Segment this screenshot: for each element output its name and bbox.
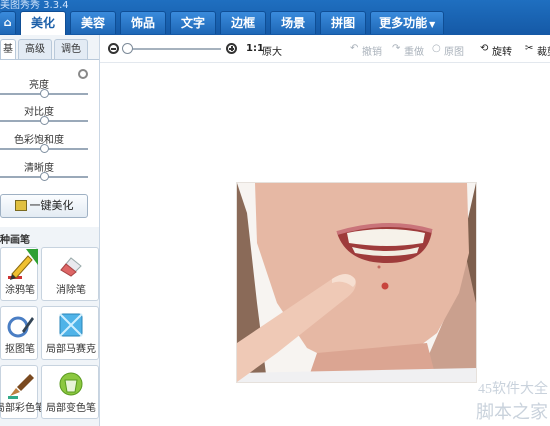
- brush-cutout[interactable]: 抠图笔: [0, 306, 38, 360]
- brush-label: 涂鸦笔: [5, 285, 35, 296]
- brush-mosaic[interactable]: 局部马赛克: [41, 306, 99, 360]
- brush-doodle[interactable]: 涂鸦笔: [0, 247, 38, 301]
- brush-label: 局部彩色笔: [0, 403, 45, 414]
- brightness-slider-knob[interactable]: [40, 89, 49, 98]
- tab-scene[interactable]: 场景: [270, 11, 317, 34]
- magic-wand-icon: [14, 200, 27, 211]
- contrast-slider-knob[interactable]: [40, 116, 49, 125]
- tab-collage[interactable]: 拼图: [320, 11, 367, 34]
- saturation-label: 色彩饱和度: [14, 135, 64, 146]
- sharpness-slider[interactable]: [0, 172, 88, 181]
- tab-accessories[interactable]: 饰品: [120, 11, 167, 34]
- rotate-icon: ⟲: [480, 43, 489, 54]
- brush-label: 局部变色笔: [46, 403, 96, 414]
- tab-more-features[interactable]: 更多功能 ▼: [370, 11, 445, 34]
- edited-photo[interactable]: [237, 183, 476, 382]
- zoom-slider-knob[interactable]: [122, 43, 133, 54]
- redo-button[interactable]: 重做: [404, 43, 424, 58]
- actual-size-button[interactable]: 原大: [262, 43, 282, 58]
- image-canvas[interactable]: 45软件大全 脚本之家: [100, 63, 550, 426]
- face-photo-image: [237, 183, 476, 382]
- adjust-subtabs: 基础 高级 调色: [0, 39, 90, 59]
- original-icon: ○: [432, 43, 441, 54]
- brightness-label: 亮度: [29, 80, 49, 91]
- original-button[interactable]: 原图: [444, 43, 464, 58]
- cutout-pen-icon: [6, 311, 34, 338]
- title-tab-bar: 美图秀秀 3.3.4 ⌂ 美化 美容 饰品 文字 边框 场景 拼图 更多功能 ▼: [0, 0, 550, 35]
- chevron-down-icon: ▼: [429, 20, 436, 29]
- saturation-slider[interactable]: [0, 144, 88, 153]
- more-features-label: 更多功能: [379, 16, 428, 30]
- tab-beautify[interactable]: 美化: [20, 11, 67, 35]
- watermark: 45软件大全 脚本之家: [476, 378, 548, 424]
- brush-label: 消除笔: [56, 285, 86, 296]
- tab-border[interactable]: 边框: [220, 11, 267, 34]
- brush-label: 抠图笔: [5, 344, 35, 355]
- tab-text[interactable]: 文字: [170, 11, 217, 34]
- main-tabs: ⌂ 美化 美容 饰品 文字 边框 场景 拼图 更多功能 ▼: [0, 11, 448, 35]
- saturation-slider-knob[interactable]: [40, 144, 49, 153]
- mosaic-icon: [57, 311, 83, 337]
- crop-button[interactable]: 裁剪: [537, 43, 550, 58]
- brush-eraser[interactable]: 消除笔: [41, 247, 99, 301]
- canvas-toolbar: 1:1 原大 ↶ 撤销 ↷ 重做 ○ 原图 ⟲ 旋转 ✂ 裁剪: [100, 35, 550, 63]
- rotate-button[interactable]: 旋转: [492, 43, 512, 58]
- watermark-line1: 45软件大全: [478, 382, 548, 397]
- redo-icon: ↷: [392, 43, 401, 54]
- watermark-line2: 脚本之家: [476, 402, 548, 422]
- one-click-label: 一键美化: [29, 199, 74, 212]
- crop-icon: ✂: [525, 43, 534, 54]
- zoom-in-icon[interactable]: [226, 43, 237, 54]
- home-icon: ⌂: [3, 16, 12, 29]
- brush-section-title: 种画笔: [0, 235, 30, 246]
- color-brush-icon: [6, 370, 34, 399]
- brush-recolor[interactable]: 局部变色笔: [41, 365, 99, 419]
- undo-icon: ↶: [350, 43, 359, 54]
- reset-icon[interactable]: [78, 69, 88, 79]
- zoom-out-icon[interactable]: [108, 43, 119, 54]
- subtab-advanced[interactable]: 高级: [18, 39, 52, 59]
- undo-button[interactable]: 撤销: [362, 43, 382, 58]
- zoom-slider[interactable]: [122, 43, 221, 54]
- brush-color[interactable]: 局部彩色笔: [0, 365, 45, 419]
- eraser-icon: [57, 252, 83, 278]
- sharpness-slider-knob[interactable]: [40, 172, 49, 181]
- recolor-bucket-icon: [57, 370, 83, 396]
- contrast-slider[interactable]: [0, 116, 88, 125]
- one-click-beautify-button[interactable]: 一键美化: [0, 194, 88, 218]
- adjust-area: 亮度 对比度 色彩饱和度 清晰度 一键美化: [0, 59, 99, 227]
- subtab-color[interactable]: 调色: [54, 39, 88, 59]
- doodle-pen-icon: [6, 252, 33, 280]
- sharpness-label: 清晰度: [24, 163, 54, 174]
- tab-beauty[interactable]: 美容: [70, 11, 117, 34]
- app-title: 美图秀秀 3.3.4: [0, 0, 69, 11]
- contrast-label: 对比度: [24, 107, 54, 118]
- subtab-basic[interactable]: 基础: [0, 39, 16, 59]
- brush-label: 局部马赛克: [46, 344, 96, 355]
- tab-home[interactable]: ⌂: [0, 11, 16, 34]
- brightness-slider[interactable]: [0, 89, 88, 98]
- left-panel: 基础 高级 调色 亮度 对比度 色彩饱和度 清晰度 一键美化 种画笔 涂: [0, 35, 100, 426]
